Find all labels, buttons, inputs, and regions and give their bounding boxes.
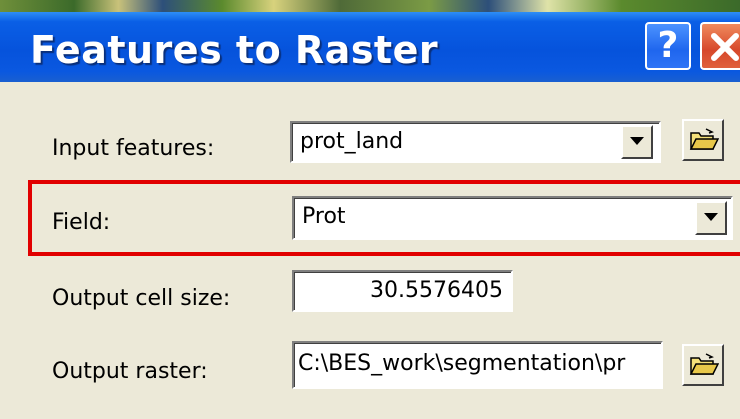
help-icon: ? [657, 25, 679, 66]
field-value: Prot [302, 204, 346, 229]
help-button[interactable]: ? [645, 22, 691, 70]
open-folder-icon [689, 353, 719, 375]
output-cell-size-input[interactable]: 30.5576405 [292, 270, 513, 312]
close-icon [711, 33, 739, 61]
output-raster-browse-button[interactable] [682, 344, 724, 386]
dropdown-arrow-icon [630, 137, 644, 145]
input-features-label: Input features: [52, 136, 215, 161]
close-button[interactable] [700, 22, 740, 70]
output-cell-size-label: Output cell size: [52, 286, 231, 311]
input-features-combobox[interactable]: prot_land [290, 121, 661, 163]
output-raster-input[interactable]: C:\BES_work\segmentation\pr [292, 341, 663, 389]
input-features-dropdown-button[interactable] [621, 125, 653, 159]
input-features-browse-button[interactable] [682, 119, 724, 161]
background-strip [0, 0, 740, 12]
open-folder-icon [689, 128, 719, 150]
field-combobox[interactable]: Prot [292, 196, 733, 240]
field-dropdown-button[interactable] [695, 201, 727, 235]
title-bar[interactable]: Features to Raster ? [0, 12, 740, 82]
output-raster-label: Output raster: [52, 359, 208, 384]
input-features-value: prot_land [300, 129, 404, 154]
dropdown-arrow-icon [704, 213, 718, 221]
field-label: Field: [52, 210, 111, 235]
dialog-title: Features to Raster [30, 28, 439, 72]
